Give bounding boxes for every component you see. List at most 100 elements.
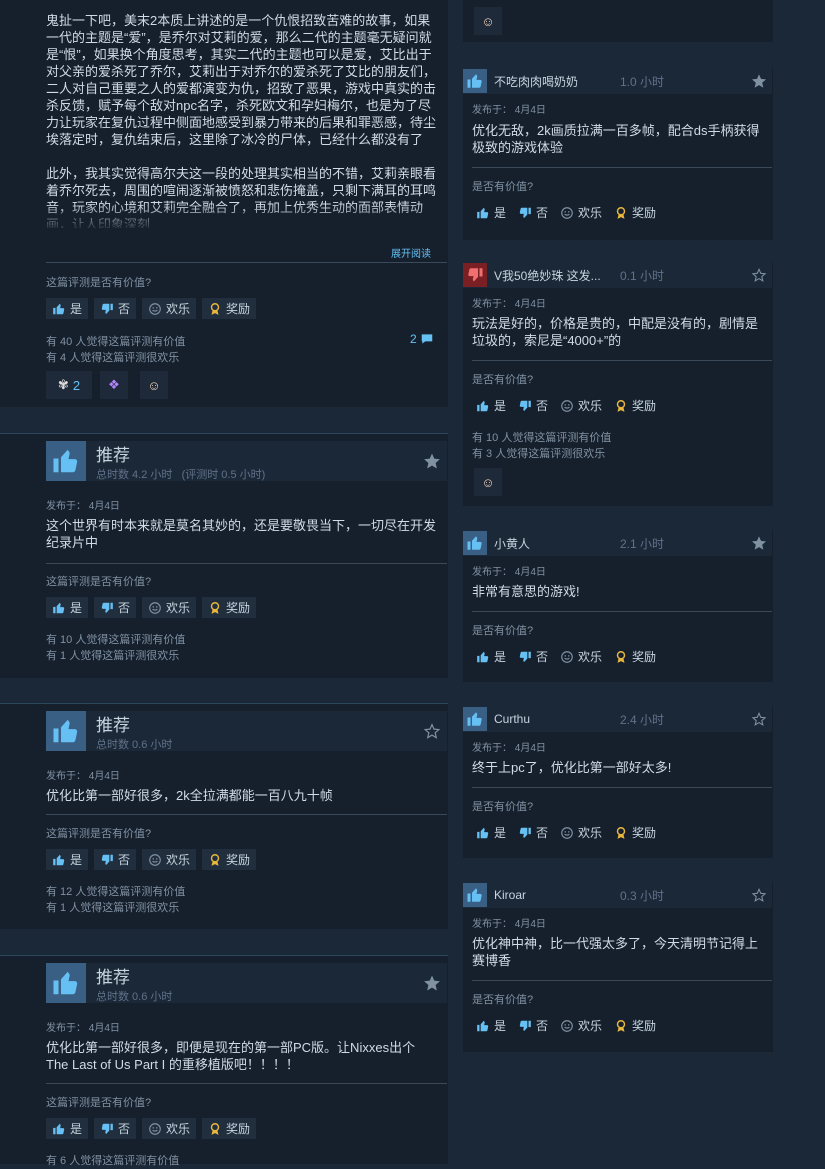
posted-date: 发布于： 4月4日	[46, 771, 120, 782]
funny-button[interactable]: 欢乐	[556, 1015, 606, 1036]
review-card: 鬼扯一下吧，美末2本质上讲述的是一个仇恨招致苦难的故事，如果一代的主题是“爱”，…	[0, 0, 448, 407]
funny-button[interactable]: 欢乐	[556, 395, 606, 416]
helpful-question: 是否有价值?	[472, 801, 534, 813]
review-body: 玩法是好的，价格是贵的，中配是没有的，剧情是垃圾的，索尼是“4000+”的	[472, 316, 759, 348]
award-button[interactable]: 奖励	[610, 395, 660, 416]
award-badge[interactable]: ☺	[140, 371, 168, 399]
no-button[interactable]: 否	[94, 849, 137, 870]
thumbs-up-icon	[463, 531, 487, 555]
playtime: 2.1 小时	[620, 536, 665, 551]
award-button[interactable]: 奖励	[202, 849, 257, 870]
review-card: 推荐 总时数 0.6 小时 发布于： 4月4日 优化比第一部好很多，即便是现在的…	[0, 955, 448, 1167]
helpful-question: 这篇评测是否有价值?	[46, 576, 152, 588]
yes-button[interactable]: 是	[472, 395, 510, 416]
reviewer-name[interactable]: Kiroar	[494, 888, 614, 902]
reviewer-name[interactable]: 小黄人	[494, 535, 614, 552]
playtime: 0.3 小时	[620, 888, 665, 903]
award-button[interactable]: 奖励	[610, 646, 660, 667]
award-button[interactable]: 奖励	[610, 202, 660, 223]
funny-button[interactable]: 欢乐	[142, 597, 197, 618]
review-body: 优化无敌，2k画质拉满一百多帧，配合ds手柄获得极致的游戏体验	[472, 123, 760, 155]
award-badge[interactable]: ☺	[474, 468, 502, 496]
reviewer-name[interactable]: 不吃肉肉喝奶奶	[494, 73, 614, 90]
yes-button[interactable]: 是	[472, 646, 510, 667]
review-body: 优化神中神，比一代强太多了，今天清明节记得上赛博香	[472, 936, 759, 968]
helpful-question: 是否有价值?	[472, 994, 534, 1006]
funny-stat: 有 1 人觉得这篇评测很欢乐	[46, 650, 180, 662]
award-button[interactable]: 奖励	[202, 298, 257, 319]
star-icon[interactable]	[423, 452, 441, 470]
no-button[interactable]: 否	[94, 1118, 137, 1139]
star-icon[interactable]	[751, 535, 767, 551]
posted-date: 发布于： 4月4日	[46, 501, 120, 512]
award-button[interactable]: 奖励	[610, 1015, 660, 1036]
playtime: 总时数 0.6 小时	[96, 738, 173, 751]
comment-count[interactable]: 2	[410, 332, 434, 346]
review-verdict: 推荐	[96, 715, 130, 735]
posted-date: 发布于： 4月4日	[472, 743, 546, 754]
yes-button[interactable]: 是	[472, 822, 510, 843]
funny-stat: 有 1 人觉得这篇评测很欢乐	[46, 902, 180, 914]
funny-button[interactable]: 欢乐	[556, 822, 606, 843]
award-badge[interactable]: ✾ 2	[46, 371, 92, 399]
thumbs-up-icon	[46, 711, 86, 751]
helpful-question: 这篇评测是否有价值?	[46, 828, 152, 840]
award-badge[interactable]: ☺	[474, 7, 502, 35]
review-body: 优化比第一部好很多，2k全拉满都能一百八九十帧	[46, 788, 333, 803]
review-card: 不吃肉肉喝奶奶 1.0 小时 发布于： 4月4日 优化无敌，2k画质拉满一百多帧…	[463, 68, 773, 240]
star-icon[interactable]	[751, 73, 767, 89]
no-button[interactable]: 否	[514, 202, 552, 223]
no-button[interactable]: 否	[514, 822, 552, 843]
star-icon[interactable]	[423, 974, 441, 992]
thumbs-up-icon	[46, 441, 86, 481]
yes-button[interactable]: 是	[46, 597, 89, 618]
award-button[interactable]: 奖励	[202, 1118, 257, 1139]
star-outline-icon[interactable]	[751, 887, 767, 903]
funny-button[interactable]: 欢乐	[556, 646, 606, 667]
review-verdict: 推荐	[96, 967, 130, 987]
playtime: 0.1 小时	[620, 268, 665, 283]
funny-button[interactable]: 欢乐	[556, 202, 606, 223]
yes-button[interactable]: 是	[46, 849, 89, 870]
yes-button[interactable]: 是	[472, 202, 510, 223]
star-outline-icon[interactable]	[423, 722, 441, 740]
yes-button[interactable]: 是	[46, 298, 89, 319]
yes-button[interactable]: 是	[46, 1118, 89, 1139]
playtime: 总时数 0.6 小时	[96, 990, 173, 1003]
review-card: 推荐 总时数 4.2 小时 (评测时 0.5 小时) 发布于： 4月4日 这个世…	[0, 433, 448, 678]
award-button[interactable]: 奖励	[202, 597, 257, 618]
helpful-stat: 有 40 人觉得这篇评测有价值	[46, 336, 186, 348]
review-card: 小黄人 2.1 小时 发布于： 4月4日 非常有意思的游戏! 是否有价值? 是 …	[463, 530, 773, 682]
review-verdict: 推荐	[96, 445, 130, 465]
funny-button[interactable]: 欢乐	[142, 849, 197, 870]
playtime: 2.4 小时	[620, 712, 665, 727]
helpful-question: 是否有价值?	[472, 374, 534, 386]
expand-link[interactable]: 展开阅读	[391, 245, 431, 260]
review-body: 非常有意思的游戏!	[472, 584, 580, 599]
no-button[interactable]: 否	[514, 1015, 552, 1036]
funny-button[interactable]: 欢乐	[142, 1118, 197, 1139]
no-button[interactable]: 否	[514, 395, 552, 416]
comment-icon	[420, 332, 434, 346]
no-button[interactable]: 否	[514, 646, 552, 667]
review-card: Kiroar 0.3 小时 发布于： 4月4日 优化神中神，比一代强太多了，今天…	[463, 882, 773, 1052]
helpful-question: 这篇评测是否有价值?	[46, 1097, 152, 1109]
star-outline-icon[interactable]	[751, 267, 767, 283]
no-button[interactable]: 否	[94, 298, 137, 319]
funny-button[interactable]: 欢乐	[142, 298, 197, 319]
posted-date: 发布于： 4月4日	[472, 567, 546, 578]
review-card: 推荐 总时数 0.6 小时 发布于： 4月4日 优化比第一部好很多，2k全拉满都…	[0, 703, 448, 929]
award-button[interactable]: 奖励	[610, 822, 660, 843]
reviewer-name[interactable]: V我50绝妙珠 这发...	[494, 267, 614, 284]
review-body: 终于上pc了，优化比第一部好太多!	[472, 760, 672, 775]
review-body: 优化比第一部好很多，即便是现在的第一部PC版。让Nixxes出个The Last…	[46, 1040, 416, 1072]
reviewer-name[interactable]: Curthu	[494, 712, 614, 726]
star-outline-icon[interactable]	[751, 711, 767, 727]
helpful-stat: 有 12 人觉得这篇评测有价值	[46, 886, 186, 898]
no-button[interactable]: 否	[94, 597, 137, 618]
thumbs-up-icon	[463, 883, 487, 907]
posted-date: 发布于： 4月4日	[472, 299, 546, 310]
yes-button[interactable]: 是	[472, 1015, 510, 1036]
review-card: ☺	[463, 0, 773, 42]
award-badge[interactable]: ❖	[100, 371, 128, 399]
